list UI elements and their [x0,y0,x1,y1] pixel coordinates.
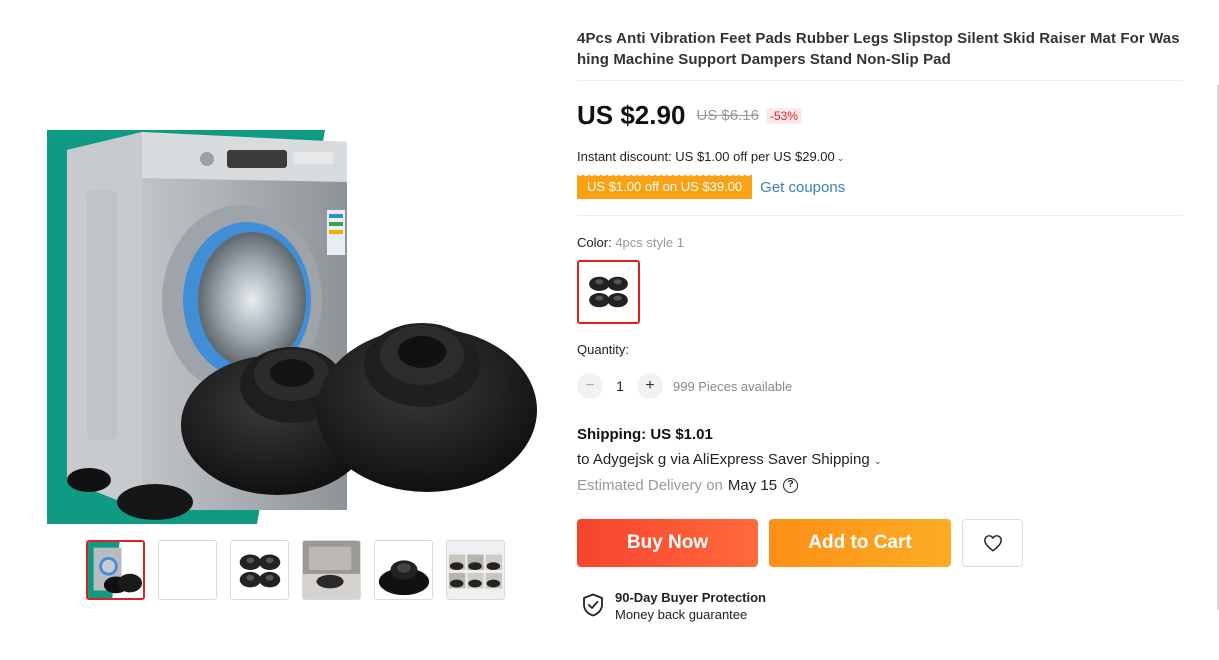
color-swatch-4pcs-style-1[interactable] [577,260,640,324]
buyer-protection-title: 90-Day Buyer Protection [615,590,766,605]
quantity-increase-button[interactable]: + [637,373,663,399]
shipping-title: Shipping: US $1.01 [577,426,713,443]
quantity-label: Quantity: [577,342,630,357]
product-title: 4Pcs Anti Vibration Feet Pads Rubber Leg… [577,30,1180,68]
heart-icon [983,535,1002,552]
estimated-delivery-label: Estimated Delivery on [577,477,723,494]
divider [577,80,1183,81]
color-selected-value: 4pcs style 1 [615,235,684,250]
original-price: US $6.16 [696,107,759,124]
quantity-decrease-button[interactable]: − [577,373,603,399]
instant-discount-text: Instant discount: US $1.00 off per US $2… [577,149,835,164]
price-row: US $2.90 US $6.16 -53% [577,100,802,131]
product-main-image[interactable] [47,130,537,524]
shield-check-icon [583,593,603,617]
buyer-protection-text: 90-Day Buyer Protection Money back guara… [615,589,766,623]
current-price: US $2.90 [577,100,686,130]
color-label-text: Color: [577,235,612,250]
thumbnail-strip [86,540,505,600]
buyer-protection: 90-Day Buyer Protection Money back guara… [582,589,766,623]
buy-now-button[interactable]: Buy Now [577,519,758,567]
coupon-tag[interactable]: US $1.00 off on US $39.00 [577,173,753,201]
thumbnail-2[interactable] [158,540,217,600]
thumbnail-6[interactable] [446,540,505,600]
get-coupons-link[interactable]: Get coupons [760,179,845,196]
quantity-value[interactable]: 1 [603,378,637,394]
shipping-destination[interactable]: to Adygejsk g via AliExpress Saver Shipp… [577,451,882,468]
chevron-down-icon: ⌄ [871,456,882,466]
thumbnail-4[interactable] [302,540,361,600]
estimated-delivery-date: May 15 [727,477,778,494]
wishlist-button[interactable] [962,519,1023,567]
add-to-cart-button[interactable]: Add to Cart [769,519,951,567]
product-info: 4Pcs Anti Vibration Feet Pads Rubber Leg… [577,28,1183,622]
divider [577,215,1183,216]
color-label: Color: 4pcs style 1 [577,235,684,250]
thumbnail-3[interactable] [230,540,289,600]
four-black-pads-icon [583,266,634,318]
estimated-delivery: Estimated Delivery on May 15 ? [577,477,799,494]
discount-badge: -53% [765,107,802,124]
thumbnail-1[interactable] [86,540,145,600]
quantity-available: 999 Pieces available [673,378,793,394]
quantity-stepper: − 1 + 999 Pieces available [577,373,792,399]
coupon-row: US $1.00 off on US $39.00 Get coupons [577,173,845,201]
buyer-protection-subtitle: Money back guarantee [615,607,748,622]
thumbnail-5[interactable] [374,540,433,600]
instant-discount[interactable]: Instant discount: US $1.00 off per US $2… [577,149,844,164]
shipping-destination-text: to Adygejsk g via AliExpress Saver Shipp… [577,451,870,468]
question-circle-icon[interactable]: ? [783,478,799,493]
chevron-down-icon: ⌄ [836,153,845,163]
